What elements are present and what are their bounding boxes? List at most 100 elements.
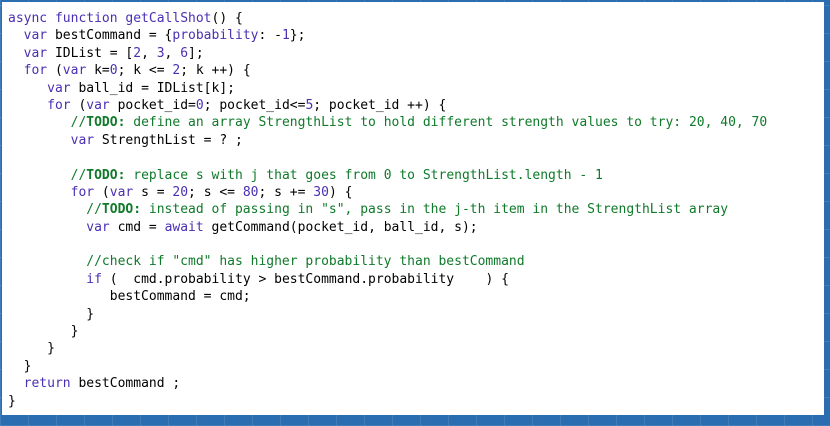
code-token: } — [8, 393, 16, 409]
code-token: ; s += — [258, 184, 314, 200]
code-token: return — [23, 376, 71, 392]
code-token: 3 — [156, 45, 165, 61]
code-token: TODO: — [101, 202, 142, 218]
code-token: } — [8, 358, 32, 374]
code-token: 20 — [172, 184, 189, 200]
code-token: getCallShot — [125, 11, 212, 26]
code-line[interactable]: } — [8, 323, 824, 340]
code-line[interactable]: } — [8, 358, 824, 375]
code-token: 1 — [281, 28, 290, 44]
code-token: var — [62, 63, 87, 79]
code-token: TODO: — [86, 167, 126, 183]
code-token: IDList = [ — [47, 45, 134, 61]
code-line[interactable]: var bestCommand = {probability: -1}; — [8, 27, 824, 44]
code-token: bestCommand = { — [47, 28, 173, 44]
code-token: bestCommand ; — [70, 376, 181, 392]
code-token: 2 — [133, 45, 142, 61]
code-token: var — [109, 184, 134, 200]
code-token: ; k ++) { — [180, 63, 251, 79]
code-token: 0 — [109, 63, 118, 79]
code-token: : - — [258, 28, 282, 44]
code-token: probability — [172, 28, 259, 44]
code-line[interactable] — [8, 236, 824, 253]
code-token: define an array StrengthList to hold dif… — [125, 115, 768, 131]
code-token: var — [47, 80, 71, 96]
code-line[interactable]: var IDList = [2, 3, 6]; — [8, 45, 824, 62]
code-token: , — [164, 45, 181, 61]
code-token: var — [86, 219, 110, 235]
code-token: } — [8, 306, 95, 322]
code-token: pocket_id= — [109, 97, 196, 113]
code-token: var — [70, 132, 95, 148]
code-line[interactable]: //TODO: define an array StrengthList to … — [8, 114, 824, 131]
code-token: // — [8, 202, 102, 218]
code-token: //check if "cmd" has higher probability … — [8, 254, 525, 270]
code-token: ]; — [188, 45, 204, 61]
code-token: async function — [8, 11, 126, 26]
code-token: TODO: — [86, 115, 126, 131]
code-token: ball_id = IDList[k]; — [70, 80, 235, 96]
code-line[interactable]: } — [8, 306, 824, 323]
code-line[interactable]: //TODO: instead of passing in "s", pass … — [8, 201, 824, 218]
code-token: var — [23, 45, 48, 61]
code-token: ; pocket_id<= — [203, 97, 306, 113]
code-token: instead of passing in "s", pass in the j… — [141, 202, 729, 218]
code-token: 6 — [180, 45, 189, 61]
code-token: cmd = — [109, 219, 165, 235]
code-token: 0 — [195, 97, 204, 113]
code-line[interactable]: async function getCallShot() { — [8, 10, 824, 27]
code-token: } — [8, 324, 79, 340]
code-token: for — [23, 63, 48, 79]
code-token: // — [8, 115, 87, 131]
code-token: ( — [94, 184, 110, 200]
code-token: for — [70, 184, 95, 200]
code-token: ; pocket_id ++) { — [313, 97, 447, 113]
code-token: 30 — [313, 184, 329, 200]
code-line[interactable]: var StrengthList = ? ; — [8, 132, 824, 149]
code-token: replace s with j that goes from 0 to Str… — [125, 167, 603, 183]
code-token: ( cmd.probability > bestCommand.probabil… — [101, 271, 509, 287]
code-token: , — [141, 45, 157, 61]
code-token: }; — [289, 28, 306, 44]
code-token: } — [8, 341, 55, 357]
code-line[interactable]: //check if "cmd" has higher probability … — [8, 253, 824, 270]
code-line[interactable] — [8, 149, 824, 166]
code-token: ; k <= — [117, 63, 173, 79]
code-token: bestCommand = cmd; — [8, 289, 251, 305]
code-line[interactable]: for (var pocket_id=0; pocket_id<=5; pock… — [8, 97, 824, 114]
code-line[interactable]: bestCommand = cmd; — [8, 288, 824, 305]
code-token: 80 — [242, 184, 259, 200]
code-line[interactable]: if ( cmd.probability > bestCommand.proba… — [8, 271, 824, 288]
code-token: StrengthList = ? ; — [94, 132, 243, 148]
code-line[interactable]: for (var s = 20; s <= 80; s += 30) { — [8, 184, 824, 201]
code-token: getCommand(pocket_id, ball_id, s); — [203, 219, 478, 235]
code-line[interactable]: //TODO: replace s with j that goes from … — [8, 167, 824, 184]
code-token: ( — [47, 63, 63, 79]
code-token: k= — [86, 63, 110, 79]
code-token: var — [86, 97, 110, 113]
code-line[interactable]: } — [8, 340, 824, 357]
code-token: s = — [133, 184, 173, 200]
code-token: ; s <= — [188, 184, 243, 200]
code-editor[interactable]: async function getCallShot() { var bestC… — [2, 2, 824, 415]
code-token: // — [8, 167, 87, 183]
code-token: ) { — [328, 184, 353, 200]
code-line[interactable]: var ball_id = IDList[k]; — [8, 80, 824, 97]
code-line[interactable]: var cmd = await getCommand(pocket_id, ba… — [8, 219, 824, 236]
code-line[interactable]: for (var k=0; k <= 2; k ++) { — [8, 62, 824, 79]
code-line[interactable]: return bestCommand ; — [8, 375, 824, 392]
code-token: () { — [211, 11, 243, 26]
code-token: if — [86, 271, 102, 287]
code-line[interactable]: } — [8, 393, 824, 410]
code-token: for — [47, 97, 71, 113]
